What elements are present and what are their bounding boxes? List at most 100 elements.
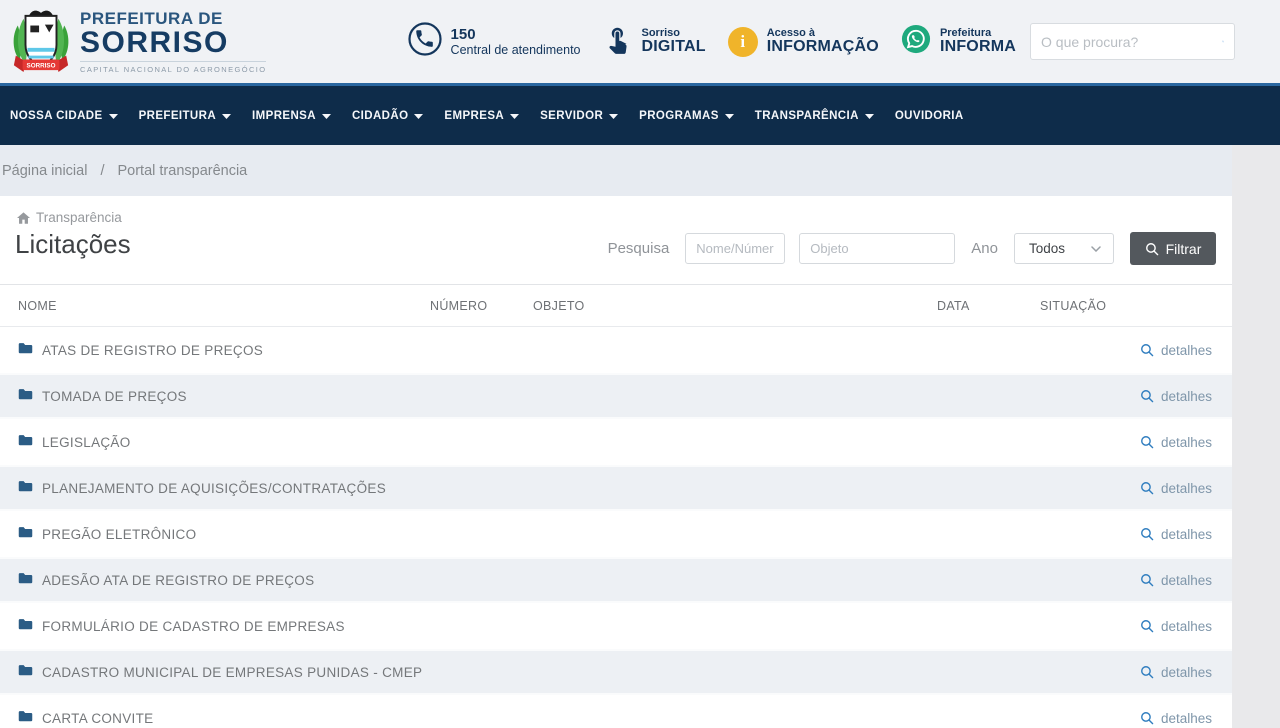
filter-button[interactable]: Filtrar [1130,232,1216,265]
folder-icon [18,341,33,359]
table-row[interactable]: CARTA CONVITE detalhes [0,695,1232,728]
section-label[interactable]: Transparência [17,210,122,225]
details-label: detalhes [1161,573,1212,588]
search-icon [1140,619,1154,633]
contact-acesso-informacao[interactable]: i Acesso à INFORMAÇÃO [728,27,879,57]
breadcrumb-current: Portal transparência [117,163,247,179]
chevron-down-icon [865,114,874,119]
details-link[interactable]: detalhes [1140,665,1212,680]
row-name: LEGISLAÇÃO [42,435,131,450]
nav-item[interactable]: CIDADÃO [352,110,423,122]
table-row[interactable]: CADASTRO MUNICIPAL DE EMPRESAS PUNIDAS -… [0,649,1232,695]
search-icon [1140,527,1154,541]
chevron-down-icon [510,114,519,119]
table-row[interactable]: ATAS DE REGISTRO DE PREÇOS detalhes [0,327,1232,373]
folder-icon [18,709,33,727]
search-icon [1140,435,1154,449]
column-header-data: DATA [937,299,970,313]
table-row[interactable]: ADESÃO ATA DE REGISTRO DE PREÇOS detalhe… [0,557,1232,603]
folder-icon [18,387,33,405]
details-link[interactable]: detalhes [1140,343,1212,358]
breadcrumb-home[interactable]: Página inicial [2,163,87,179]
search-icon [1140,481,1154,495]
contact-caption: Central de atendimento [451,43,581,57]
nav-item-label: IMPRENSA [252,110,316,122]
chevron-down-icon [109,114,118,119]
nav-item[interactable]: EMPRESA [444,110,519,122]
table-row[interactable]: FORMULÁRIO DE CADASTRO DE EMPRESAS detal… [0,603,1232,649]
nav-item[interactable]: OUVIDORIA [895,110,964,122]
contact-central-atendimento[interactable]: 150 Central de atendimento [408,22,581,61]
folder-icon [18,617,33,635]
nav-item[interactable]: TRANSPARÊNCIA [755,110,874,122]
breadcrumb: Página inicial / Portal transparência [0,145,1232,196]
details-label: detalhes [1161,343,1212,358]
chevron-down-icon [222,114,231,119]
section-label-text: Transparência [36,210,122,225]
folder-icon [18,663,33,681]
row-name: TOMADA DE PREÇOS [42,389,187,404]
folder-icon [18,571,33,589]
header-contacts: 150 Central de atendimento Sorriso DIGIT… [408,22,1016,61]
nav-item[interactable]: NOSSA CIDADE [10,110,118,122]
site-logo[interactable]: SORRISO PREFEITURA DE SORRISO CAPITAL NA… [10,6,266,78]
nav-item[interactable]: IMPRENSA [252,110,331,122]
details-label: detalhes [1161,527,1212,542]
column-header-objeto: OBJETO [533,299,585,313]
site-search-input[interactable] [1041,34,1222,50]
filter-object-input[interactable] [799,233,955,264]
breadcrumb-separator: / [100,163,104,179]
search-filter-label: Pesquisa [608,240,670,257]
table-row[interactable]: TOMADA DE PREÇOS detalhes [0,373,1232,419]
main-nav: NOSSA CIDADE PREFEITURA IMPRENSA CIDADÃO… [0,83,1280,145]
nav-item-label: CIDADÃO [352,110,408,122]
logo-line2: SORRISO [80,29,266,58]
details-link[interactable]: detalhes [1140,527,1212,542]
home-icon [17,212,30,224]
search-icon[interactable] [1222,32,1224,51]
details-link[interactable]: detalhes [1140,711,1212,726]
search-icon [1140,573,1154,587]
folder-icon [18,433,33,451]
details-label: detalhes [1161,435,1212,450]
phone-icon [408,22,442,61]
filter-name-input[interactable] [685,233,785,264]
column-header-situacao: SITUAÇÃO [1040,299,1106,313]
row-name: PREGÃO ELETRÔNICO [42,527,196,542]
table-row[interactable]: LEGISLAÇÃO detalhes [0,419,1232,465]
details-label: detalhes [1161,481,1212,496]
details-link[interactable]: detalhes [1140,481,1212,496]
contact-prefeitura-informa[interactable]: Prefeitura INFORMA [901,24,1016,59]
row-name: CADASTRO MUNICIPAL DE EMPRESAS PUNIDAS -… [42,665,422,680]
contact-title: DIGITAL [642,39,706,56]
contact-title: INFORMAÇÃO [767,39,879,56]
chevron-down-icon [1091,246,1101,252]
nav-item[interactable]: SERVIDOR [540,110,618,122]
nav-item-label: EMPRESA [444,110,504,122]
content-card: Transparência Licitações Pesquisa Ano To… [0,196,1232,728]
year-select-value: Todos [1029,241,1065,256]
site-header: SORRISO PREFEITURA DE SORRISO CAPITAL NA… [0,0,1280,83]
search-icon [1145,242,1159,256]
details-link[interactable]: detalhes [1140,435,1212,450]
folder-icon [18,479,33,497]
search-icon [1140,343,1154,357]
row-name: CARTA CONVITE [42,711,153,726]
details-link[interactable]: detalhes [1140,573,1212,588]
table-row[interactable]: PLANEJAMENTO DE AQUISIÇÕES/CONTRATAÇÕES … [0,465,1232,511]
licitacoes-list: ATAS DE REGISTRO DE PREÇOS detalhes TOMA… [0,327,1232,728]
nav-item[interactable]: PROGRAMAS [639,110,734,122]
table-row[interactable]: PREGÃO ELETRÔNICO detalhes [0,511,1232,557]
chevron-down-icon [609,114,618,119]
nav-item[interactable]: PREFEITURA [139,110,231,122]
info-icon: i [728,27,758,57]
chevron-down-icon [322,114,331,119]
contact-sorriso-digital[interactable]: Sorriso DIGITAL [603,24,706,59]
details-label: detalhes [1161,665,1212,680]
details-link[interactable]: detalhes [1140,389,1212,404]
hand-pointer-icon [603,24,633,59]
folder-icon [18,525,33,543]
details-link[interactable]: detalhes [1140,619,1212,634]
year-select[interactable]: Todos [1014,233,1114,264]
search-icon [1140,665,1154,679]
